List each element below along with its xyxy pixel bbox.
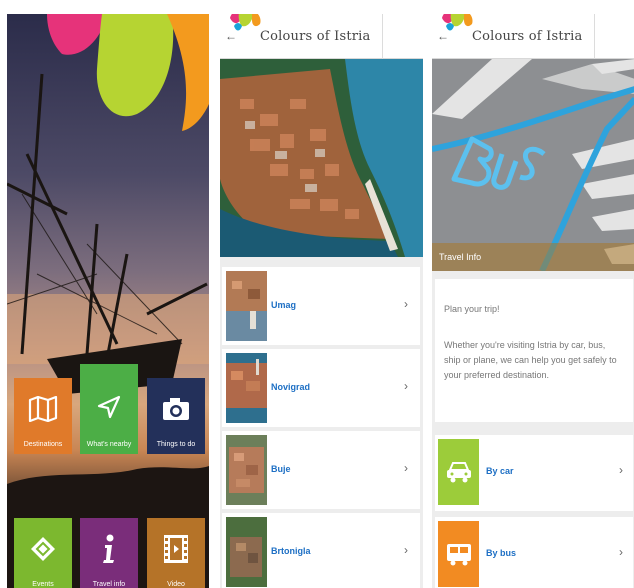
app-header: ← Colours of Istria <box>220 14 423 59</box>
destination-name: Brtonigla <box>271 546 311 556</box>
intro-heading: Plan your trip! <box>444 304 500 314</box>
option-name: By car <box>486 466 514 476</box>
destination-thumbnail <box>226 435 267 505</box>
app-title: Colours of Istria <box>260 29 371 44</box>
intro-body: Whether you're visiting Istria by car, b… <box>444 340 617 380</box>
logo-icon <box>442 14 473 31</box>
ticket-icon <box>14 532 72 566</box>
istria-aerial-photo <box>220 59 423 257</box>
logo-orange-shape <box>167 14 209 131</box>
option-name: By bus <box>486 548 517 558</box>
bus-lane-photo: Travel Info <box>432 59 634 271</box>
tile-things-to-do[interactable]: Things to do <box>147 378 205 454</box>
car-icon <box>438 439 479 505</box>
chevron-right-icon: › <box>619 463 623 477</box>
chevron-right-icon: › <box>619 545 623 559</box>
tile-label: Travel info <box>92 581 126 588</box>
tile-destinations[interactable]: Destinations <box>14 378 72 454</box>
destination-thumbnail <box>226 353 267 423</box>
travel-option-car[interactable]: By car › <box>435 435 633 511</box>
tile-label: Destinations <box>23 441 63 448</box>
header-divider <box>382 14 383 59</box>
destination-name: Umag <box>271 300 297 310</box>
film-icon <box>147 532 205 566</box>
map-icon <box>14 392 72 426</box>
logo-lime-shape <box>96 14 174 117</box>
tile-video[interactable]: Video <box>147 518 205 588</box>
hero-caption-bar: Travel Info <box>432 243 634 271</box>
app-header: ← Colours of Istria <box>432 14 634 59</box>
list-item[interactable]: Brtonigla › <box>222 513 420 588</box>
header-divider <box>594 14 595 59</box>
tile-events[interactable]: Events <box>14 518 72 588</box>
chevron-right-icon: › <box>404 379 408 393</box>
intro-card: Plan your trip! Whether you're visiting … <box>435 279 633 422</box>
tile-whats-nearby[interactable]: What's nearby <box>80 364 138 454</box>
logo-pink-shape <box>47 14 107 55</box>
sunset-boat-photo <box>7 14 209 588</box>
app-title: Colours of Istria <box>472 29 583 44</box>
chevron-right-icon: › <box>404 461 408 475</box>
screenshot-collage: Destinations What's nearby Things to do … <box>0 0 634 588</box>
logo-icon <box>230 14 261 31</box>
destination-thumbnail <box>226 271 267 341</box>
destination-name: Buje <box>271 464 291 474</box>
camera-icon <box>147 392 205 426</box>
list-item[interactable]: Umag › <box>222 267 420 345</box>
info-icon <box>80 532 138 566</box>
bus-icon <box>438 521 479 587</box>
travel-info-screen: ← Colours of Istria Travel Info Plan you… <box>432 14 634 588</box>
tile-label: Events <box>32 581 54 588</box>
travel-option-bus[interactable]: By bus › <box>435 517 633 588</box>
tile-label: What's nearby <box>86 441 132 448</box>
destinations-screen: ← Colours of Istria Umag › Novigrad › Bu… <box>220 14 423 588</box>
home-screen: Destinations What's nearby Things to do … <box>7 14 209 588</box>
chevron-right-icon: › <box>404 543 408 557</box>
tile-travel-info[interactable]: Travel info <box>80 518 138 588</box>
list-item[interactable]: Novigrad › <box>222 349 420 427</box>
list-item[interactable]: Buje › <box>222 431 420 509</box>
destination-name: Novigrad <box>271 382 311 392</box>
destination-thumbnail <box>226 517 267 587</box>
tile-label: Things to do <box>156 441 196 448</box>
tile-label: Video <box>167 581 185 588</box>
hero-caption: Travel Info <box>439 252 482 262</box>
location-arrow-icon <box>80 390 138 424</box>
chevron-right-icon: › <box>404 297 408 311</box>
